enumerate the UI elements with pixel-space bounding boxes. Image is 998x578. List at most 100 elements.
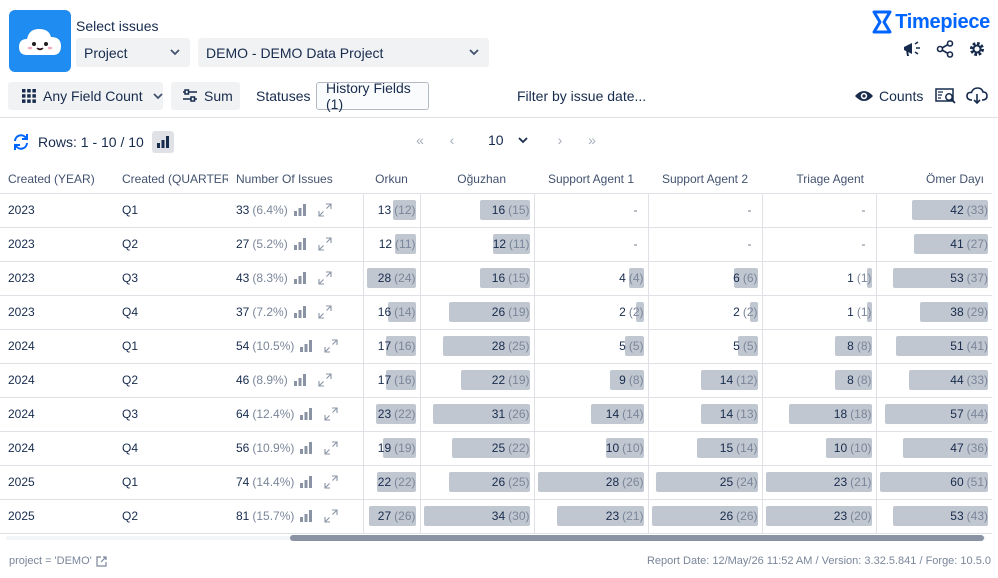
counts-button[interactable]: Counts (854, 82, 923, 110)
value-cell[interactable]: - (648, 227, 763, 262)
value-cell[interactable]: 6 (6) (648, 261, 763, 296)
value-cell[interactable]: 15 (14) (648, 431, 763, 466)
column-header[interactable]: Support Agent 2 (648, 166, 762, 194)
column-header[interactable]: Oğuzhan (420, 166, 534, 194)
jql-footer[interactable]: project = 'DEMO' (9, 555, 107, 567)
scope-dropdown[interactable]: Project (76, 38, 190, 67)
value-cell[interactable]: 57 (44) (876, 397, 992, 432)
value-cell[interactable]: - (534, 227, 649, 262)
bar-chart-icon[interactable] (300, 476, 313, 488)
scrollbar-thumb[interactable] (290, 535, 984, 541)
value-cell[interactable]: 18 (18) (762, 397, 877, 432)
value-cell[interactable]: 53 (37) (876, 261, 992, 296)
value-cell[interactable]: 44 (33) (876, 363, 992, 398)
value-cell[interactable]: 26 (25) (420, 465, 535, 500)
value-cell[interactable]: 34 (30) (420, 499, 535, 534)
value-cell[interactable]: 28 (26) (534, 465, 649, 500)
value-cell[interactable]: 51 (41) (876, 329, 992, 364)
value-cell[interactable]: 47 (36) (876, 431, 992, 466)
value-cell[interactable]: 23 (22) (363, 397, 421, 432)
horizontal-scrollbar[interactable] (0, 534, 992, 542)
expand-icon[interactable] (324, 441, 338, 455)
bar-chart-icon[interactable] (300, 442, 313, 454)
prev-page-icon[interactable]: ‹ (442, 132, 462, 148)
value-cell[interactable]: 2 (2) (648, 295, 763, 330)
column-header[interactable]: Triage Agent (762, 166, 876, 194)
bar-chart-icon[interactable] (293, 238, 306, 250)
value-cell[interactable]: - (762, 227, 877, 262)
column-header[interactable]: Number Of Issues (228, 166, 363, 194)
value-cell[interactable]: 17 (16) (363, 363, 421, 398)
bar-chart-icon[interactable] (300, 408, 313, 420)
expand-icon[interactable] (318, 237, 332, 251)
first-page-icon[interactable]: « (410, 132, 430, 148)
share-icon[interactable] (936, 40, 954, 58)
value-cell[interactable]: 42 (33) (876, 193, 992, 228)
value-cell[interactable]: 12 (11) (363, 227, 421, 262)
value-cell[interactable]: 14 (12) (648, 363, 763, 398)
value-cell[interactable]: 16 (14) (363, 295, 421, 330)
value-cell[interactable]: 26 (19) (420, 295, 535, 330)
expand-icon[interactable] (324, 339, 338, 353)
megaphone-icon[interactable] (902, 40, 922, 58)
expand-icon[interactable] (318, 305, 332, 319)
value-cell[interactable]: 31 (26) (420, 397, 535, 432)
statuses-button[interactable]: Statuses (256, 82, 310, 110)
page-size-select[interactable]: 10 (478, 132, 530, 148)
value-cell[interactable]: 25 (22) (420, 431, 535, 466)
value-cell[interactable]: 16 (15) (420, 261, 535, 296)
column-header[interactable]: Ömer Dayı (876, 166, 992, 194)
value-cell[interactable]: 8 (8) (762, 363, 877, 398)
value-cell[interactable]: 38 (29) (876, 295, 992, 330)
expand-icon[interactable] (324, 407, 338, 421)
bar-chart-icon[interactable] (293, 306, 306, 318)
refresh-icon[interactable] (12, 133, 30, 151)
value-cell[interactable]: - (534, 193, 649, 228)
bar-chart-icon[interactable] (300, 510, 313, 522)
value-cell[interactable]: 13 (12) (363, 193, 421, 228)
value-cell[interactable]: 2 (2) (534, 295, 649, 330)
value-cell[interactable]: 22 (22) (363, 465, 421, 500)
expand-icon[interactable] (324, 509, 338, 523)
export-button[interactable] (966, 82, 988, 110)
column-header[interactable]: Support Agent 1 (534, 166, 648, 194)
value-cell[interactable]: 25 (24) (648, 465, 763, 500)
value-cell[interactable]: 14 (14) (534, 397, 649, 432)
value-cell[interactable]: 41 (27) (876, 227, 992, 262)
value-cell[interactable]: 10 (10) (534, 431, 649, 466)
value-cell[interactable]: 23 (20) (762, 499, 877, 534)
value-cell[interactable]: 9 (8) (534, 363, 649, 398)
value-cell[interactable]: 5 (5) (534, 329, 649, 364)
value-cell[interactable]: 14 (13) (648, 397, 763, 432)
history-fields-button[interactable]: History Fields (1) (316, 80, 429, 112)
value-cell[interactable]: 19 (19) (363, 431, 421, 466)
expand-icon[interactable] (318, 373, 332, 387)
value-cell[interactable]: 26 (26) (648, 499, 763, 534)
value-cell[interactable]: 4 (4) (534, 261, 649, 296)
value-cell[interactable]: 53 (43) (876, 499, 992, 534)
value-cell[interactable]: 28 (25) (420, 329, 535, 364)
next-page-icon[interactable]: › (550, 132, 570, 148)
gear-icon[interactable] (968, 40, 986, 58)
bar-chart-icon[interactable] (293, 272, 306, 284)
column-header[interactable]: Orkun (363, 166, 420, 194)
value-cell[interactable]: 1 (1) (762, 295, 877, 330)
value-cell[interactable]: 23 (21) (534, 499, 649, 534)
field-count-button[interactable]: Any Field Count (8, 82, 163, 110)
value-cell[interactable]: 23 (21) (762, 465, 877, 500)
value-cell[interactable]: 27 (26) (363, 499, 421, 534)
value-cell[interactable]: 17 (16) (363, 329, 421, 364)
preview-button[interactable] (935, 82, 957, 110)
value-cell[interactable]: 1 (1) (762, 261, 877, 296)
value-cell[interactable]: 10 (10) (762, 431, 877, 466)
value-cell[interactable]: 28 (24) (363, 261, 421, 296)
value-cell[interactable]: - (648, 193, 763, 228)
last-page-icon[interactable]: » (582, 132, 602, 148)
bar-chart-icon[interactable] (300, 340, 313, 352)
expand-icon[interactable] (318, 271, 332, 285)
expand-icon[interactable] (324, 475, 338, 489)
column-header[interactable]: Created (QUARTER) (114, 166, 228, 194)
value-cell[interactable]: 8 (8) (762, 329, 877, 364)
value-cell[interactable]: 5 (5) (648, 329, 763, 364)
column-header[interactable]: Created (YEAR) (0, 166, 114, 194)
